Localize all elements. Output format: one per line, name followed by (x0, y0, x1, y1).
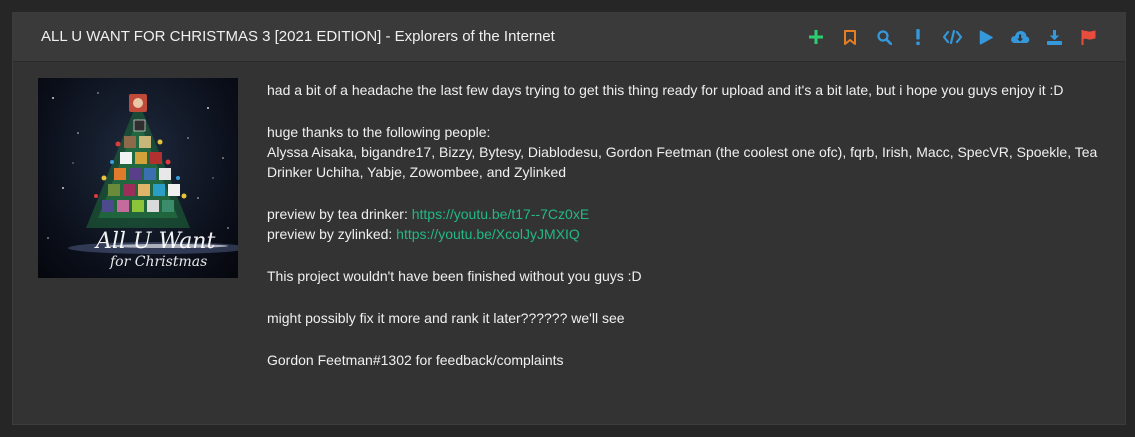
plus-icon (809, 30, 823, 44)
search-icon (876, 29, 892, 45)
cloud-download-icon (1011, 31, 1030, 43)
page-title: ALL U WANT FOR CHRISTMAS 3 [2021 EDITION… (41, 28, 555, 45)
preview1-link[interactable]: https://youtu.be/t17--7Cz0xE (412, 206, 589, 222)
christmas-tree-artwork: All U Want for Christmas (47, 92, 238, 270)
description-paragraph-thanks: huge thanks to the following people: Aly… (267, 122, 1107, 182)
preview2-link[interactable]: https://youtu.be/XcolJyJMXIQ (396, 226, 580, 242)
description-paragraph-contact: Gordon Feetman#1302 for feedback/complai… (267, 352, 564, 368)
description: had a bit of a headache the last few day… (267, 80, 1107, 392)
panel-header: ALL U WANT FOR CHRISTMAS 3 [2021 EDITION… (13, 13, 1125, 62)
code-icon (942, 30, 962, 44)
exclamation-icon (916, 29, 920, 45)
bookmark-icon (844, 29, 856, 45)
description-paragraph-thanks-closing: This project wouldn't have been finished… (267, 268, 642, 284)
play-icon (979, 29, 993, 45)
bookmark-button[interactable] (833, 26, 867, 48)
cloud-download-button[interactable] (1003, 26, 1037, 48)
download-button[interactable] (1037, 26, 1071, 48)
thanks-names: Alyssa Aisaka, bigandre17, Bizzy, Bytesy… (267, 144, 1098, 180)
cover-title-line2: for Christmas (109, 254, 207, 270)
flag-icon (1081, 29, 1095, 45)
description-paragraph-future: might possibly fix it more and rank it l… (267, 310, 625, 326)
preview1-label: preview by tea drinker: (267, 206, 412, 222)
thanks-heading: huge thanks to the following people: (267, 124, 491, 140)
add-button[interactable] (799, 26, 833, 48)
report-button[interactable] (1071, 26, 1105, 48)
description-paragraph-intro: had a bit of a headache the last few day… (267, 82, 1064, 98)
toolbar (799, 26, 1105, 48)
description-paragraph-previews: preview by tea drinker: https://youtu.be… (267, 204, 1107, 244)
cover-image: All U Want for Christmas (38, 78, 238, 278)
cover-title-line1: All U Want (94, 229, 215, 254)
report-info-button[interactable] (901, 26, 935, 48)
download-icon (1046, 29, 1062, 45)
preview-search-button[interactable] (867, 26, 901, 48)
beatmap-info-panel: ALL U WANT FOR CHRISTMAS 3 [2021 EDITION… (12, 12, 1126, 425)
play-preview-button[interactable] (969, 26, 1003, 48)
embed-code-button[interactable] (935, 26, 969, 48)
preview2-label: preview by zylinked: (267, 226, 397, 242)
